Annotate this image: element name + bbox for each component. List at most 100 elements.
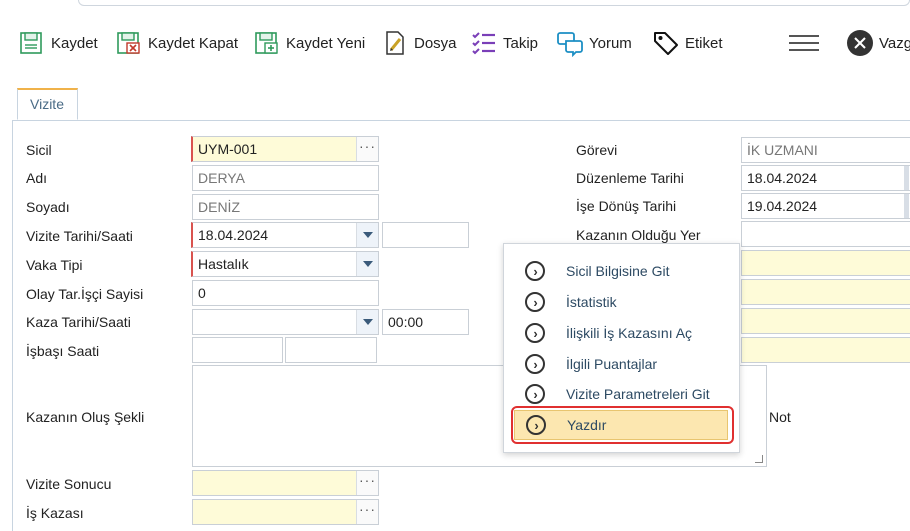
- vaka-tipi-label: Vaka Tipi: [26, 257, 83, 273]
- save-icon: [20, 32, 42, 54]
- comment-button[interactable]: Yorum: [556, 28, 632, 58]
- right-field-2[interactable]: [741, 279, 910, 305]
- gorevi-value: İK UZMANI: [747, 142, 818, 158]
- sonuc-field[interactable]: ···: [192, 470, 379, 496]
- save-button[interactable]: Kaydet: [18, 28, 98, 58]
- menu-item-yazdir[interactable]: › Yazdır: [514, 410, 728, 440]
- right-field-4[interactable]: [741, 337, 910, 363]
- yer-label: Kazanın Olduğu Yer: [576, 227, 701, 243]
- toolbar: Kaydet Kaydet Kapat Kaydet Yeni Dosya Ta…: [0, 18, 910, 70]
- menu-item-parametreler[interactable]: › Vizite Parametreleri Git: [514, 379, 728, 409]
- close-icon: [847, 30, 873, 56]
- menu-item-label: İstatistik: [566, 294, 617, 310]
- file-label: Dosya: [414, 34, 457, 52]
- donus-label: İşe Dönüş Tarihi: [576, 198, 677, 214]
- file-button[interactable]: Dosya: [381, 28, 457, 58]
- is-kazasi-field[interactable]: ···: [192, 499, 379, 525]
- sicil-label: Sicil: [26, 142, 52, 158]
- vaka-tipi-select[interactable]: Hastalık: [191, 251, 379, 277]
- sicil-field[interactable]: UYM-001 ···: [191, 136, 379, 162]
- menu-item-label: Yazdır: [567, 417, 607, 433]
- soyadi-field[interactable]: DENİZ: [192, 194, 379, 220]
- sicil-value: UYM-001: [198, 141, 258, 157]
- save-label: Kaydet: [51, 34, 98, 52]
- tag-button[interactable]: Etiket: [652, 28, 723, 58]
- menu-item-sicil[interactable]: › Sicil Bilgisine Git: [514, 256, 728, 286]
- is-kazasi-label: İş Kazası: [26, 505, 84, 521]
- cancel-button[interactable]: Vazg: [846, 28, 910, 58]
- vizite-date-field[interactable]: 18.04.2024: [191, 222, 379, 248]
- donus-dropdown-icon[interactable]: [904, 194, 909, 218]
- gorevi-field[interactable]: İK UZMANI: [741, 137, 910, 163]
- kaza-date-field[interactable]: [192, 309, 379, 335]
- isbasi-field-1[interactable]: [192, 337, 283, 363]
- isbasi-label: İşbaşı Saati: [26, 343, 100, 359]
- soyadi-value: DENİZ: [198, 199, 240, 215]
- kaza-date-dropdown-icon[interactable]: [356, 310, 378, 334]
- tab-vizite[interactable]: Vizite: [17, 88, 78, 120]
- duzenleme-dropdown-icon[interactable]: [904, 166, 909, 190]
- vizite-time-field[interactable]: [382, 222, 469, 248]
- donus-field[interactable]: 19.04.2024: [741, 193, 910, 219]
- isbasi-field-2[interactable]: [285, 337, 377, 363]
- duzenleme-field[interactable]: 18.04.2024: [741, 165, 910, 191]
- menu-item-is-kazasi[interactable]: › İlişkili İş Kazasını Aç: [514, 318, 728, 348]
- comment-label: Yorum: [589, 34, 632, 52]
- tag-label: Etiket: [685, 34, 723, 52]
- menu-item-label: İlişkili İş Kazasını Aç: [566, 325, 693, 341]
- not-label: Not: [769, 409, 791, 425]
- vaka-tipi-value: Hastalık: [198, 256, 249, 272]
- chevron-right-icon: ›: [525, 323, 545, 343]
- menu-button[interactable]: [788, 28, 825, 58]
- sicil-lookup-button[interactable]: ···: [356, 137, 378, 161]
- top-frame-edge: [78, 0, 910, 6]
- resize-handle-icon[interactable]: [755, 455, 763, 463]
- olay-field[interactable]: 0: [192, 280, 379, 306]
- menu-item-label: İlgili Puantajlar: [566, 356, 658, 372]
- menu-item-puantajlar[interactable]: › İlgili Puantajlar: [514, 349, 728, 379]
- soyadi-label: Soyadı: [26, 199, 70, 215]
- save-new-button[interactable]: Kaydet Yeni: [253, 28, 365, 58]
- comment-icon: [557, 32, 583, 57]
- file-icon: [386, 31, 404, 55]
- sonuc-label: Vizite Sonucu: [26, 476, 112, 492]
- save-new-label: Kaydet Yeni: [286, 34, 366, 52]
- menu-item-label: Sicil Bilgisine Git: [566, 263, 670, 279]
- context-menu: › Sicil Bilgisine Git › İstatistik › İli…: [503, 243, 740, 453]
- kaza-time-value: 00:00: [388, 314, 424, 330]
- hamburger-icon: [789, 35, 819, 51]
- is-kazasi-lookup-button[interactable]: ···: [356, 500, 378, 524]
- kaza-tarihi-label: Kaza Tarihi/Saati: [26, 314, 131, 330]
- checklist-icon: [472, 32, 495, 55]
- duzenleme-label: Düzenleme Tarihi: [576, 170, 684, 186]
- chevron-right-icon: ›: [525, 261, 545, 281]
- adi-label: Adı: [26, 170, 48, 186]
- olay-label: Olay Tar.İşçi Sayisi: [26, 286, 144, 302]
- vizite-date-value: 18.04.2024: [198, 227, 269, 243]
- yer-field[interactable]: [741, 221, 910, 247]
- donus-value: 19.04.2024: [747, 198, 818, 214]
- save-close-icon: [117, 32, 140, 54]
- menu-item-istatistik[interactable]: › İstatistik: [514, 287, 728, 317]
- kaza-time-field[interactable]: 00:00: [382, 309, 469, 335]
- save-close-button[interactable]: Kaydet Kapat: [115, 28, 238, 58]
- save-close-label: Kaydet Kapat: [148, 34, 239, 52]
- menu-item-label: Vizite Parametreleri Git: [566, 386, 710, 402]
- follow-label: Takip: [503, 34, 539, 52]
- tag-icon: [654, 32, 678, 55]
- vaka-tipi-dropdown-icon[interactable]: [356, 252, 378, 276]
- vizite-date-dropdown-icon[interactable]: [356, 223, 378, 247]
- vizite-tarihi-label: Vizite Tarihi/Saati: [26, 228, 133, 244]
- right-field-3[interactable]: [741, 308, 910, 334]
- right-field-1[interactable]: [741, 250, 910, 276]
- adi-value: DERYA: [198, 170, 245, 186]
- cancel-label: Vazg: [879, 34, 910, 52]
- duzenleme-value: 18.04.2024: [747, 170, 818, 186]
- adi-field[interactable]: DERYA: [192, 165, 379, 191]
- chevron-right-icon: ›: [525, 292, 545, 312]
- save-new-icon: [255, 32, 278, 54]
- olus-label: Kazanın Oluş Şekli: [26, 409, 145, 425]
- sonuc-lookup-button[interactable]: ···: [356, 471, 378, 495]
- chevron-right-icon: ›: [525, 354, 545, 374]
- follow-button[interactable]: Takip: [470, 28, 538, 58]
